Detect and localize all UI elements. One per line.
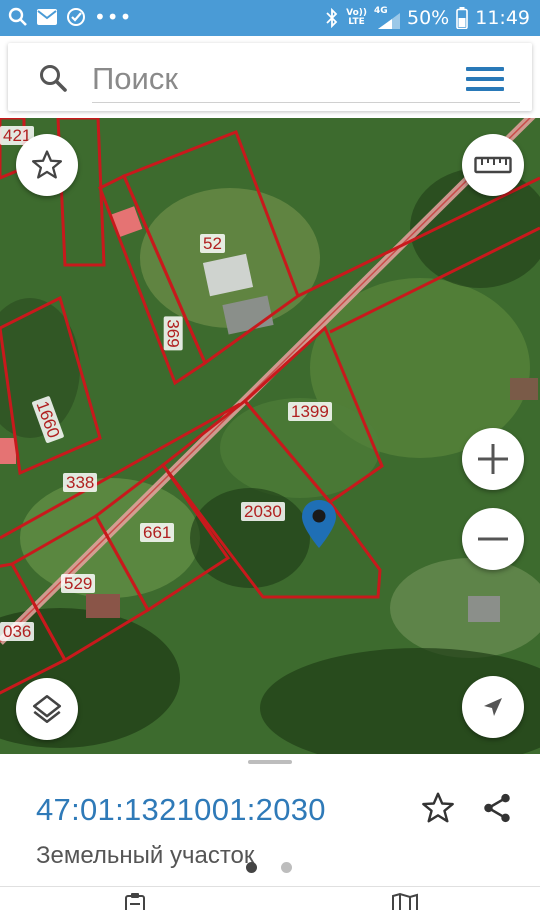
layers-icon — [32, 694, 62, 724]
satellite-map[interactable] — [0, 118, 540, 754]
drag-handle[interactable] — [248, 760, 292, 764]
page-dot — [281, 862, 292, 873]
search-notification-icon — [8, 7, 27, 26]
parcel-label[interactable]: 52 — [200, 234, 225, 253]
parcel-label[interactable]: 036 — [0, 622, 35, 641]
parcel-label[interactable]: 661 — [140, 523, 175, 542]
map-pin-icon[interactable] — [300, 498, 338, 550]
plus-icon — [478, 444, 508, 474]
parcel-label[interactable]: 1399 — [288, 402, 332, 421]
zoom-out-button[interactable] — [462, 508, 524, 570]
parcel-label[interactable]: 529 — [61, 574, 96, 593]
tab-bar-divider — [0, 886, 540, 887]
layers-button[interactable] — [16, 678, 78, 740]
status-bar: ••• Vo)) LTE 4G 50% 11:49 — [0, 0, 540, 36]
map-icon[interactable] — [390, 892, 420, 910]
page-indicator — [246, 862, 292, 873]
clipboard-icon[interactable] — [120, 892, 150, 910]
minus-icon — [478, 537, 508, 541]
battery-icon — [456, 7, 469, 29]
cadastral-number: 47:01:1321001:2030 — [36, 792, 326, 827]
ruler-icon — [474, 156, 512, 174]
parcel-label[interactable]: 369 — [163, 316, 183, 351]
status-indicators: Vo)) LTE 4G 50% 11:49 — [325, 6, 530, 30]
mail-icon — [37, 9, 57, 25]
more-notifications-icon: ••• — [94, 5, 133, 29]
star-icon — [31, 150, 63, 179]
object-type: Земельный участок — [36, 842, 255, 869]
search-bar — [0, 36, 540, 118]
parcel-label[interactable]: 2030 — [241, 502, 285, 521]
bluetooth-icon — [326, 8, 338, 28]
favorite-map-button[interactable] — [16, 134, 78, 196]
clock: 11:49 — [475, 7, 530, 29]
navigation-arrow-icon — [484, 698, 502, 716]
battery-percent: 50% — [407, 7, 450, 29]
search-card — [8, 43, 532, 111]
check-circle-icon — [67, 8, 85, 26]
page-dot-active — [246, 862, 257, 873]
star-icon[interactable] — [420, 790, 456, 826]
volte-bottom: LTE — [348, 17, 365, 27]
search-input[interactable] — [92, 55, 520, 103]
map-view[interactable]: 421 52 369 1660 1399 338 2030 661 529 03… — [0, 118, 540, 754]
ruler-button[interactable] — [462, 134, 524, 196]
menu-icon[interactable] — [466, 67, 504, 95]
search-icon[interactable] — [38, 63, 68, 93]
signal-icon: 4G — [374, 7, 400, 29]
volte-indicator: Vo)) LTE — [346, 9, 367, 27]
status-notifications: ••• — [8, 7, 132, 27]
parcel-details-sheet[interactable]: 47:01:1321001:2030 Земельный участок — [0, 754, 540, 910]
parcel-label[interactable]: 338 — [63, 473, 98, 492]
zoom-in-button[interactable] — [462, 428, 524, 490]
share-icon[interactable] — [480, 790, 514, 826]
my-location-button[interactable] — [462, 676, 524, 738]
